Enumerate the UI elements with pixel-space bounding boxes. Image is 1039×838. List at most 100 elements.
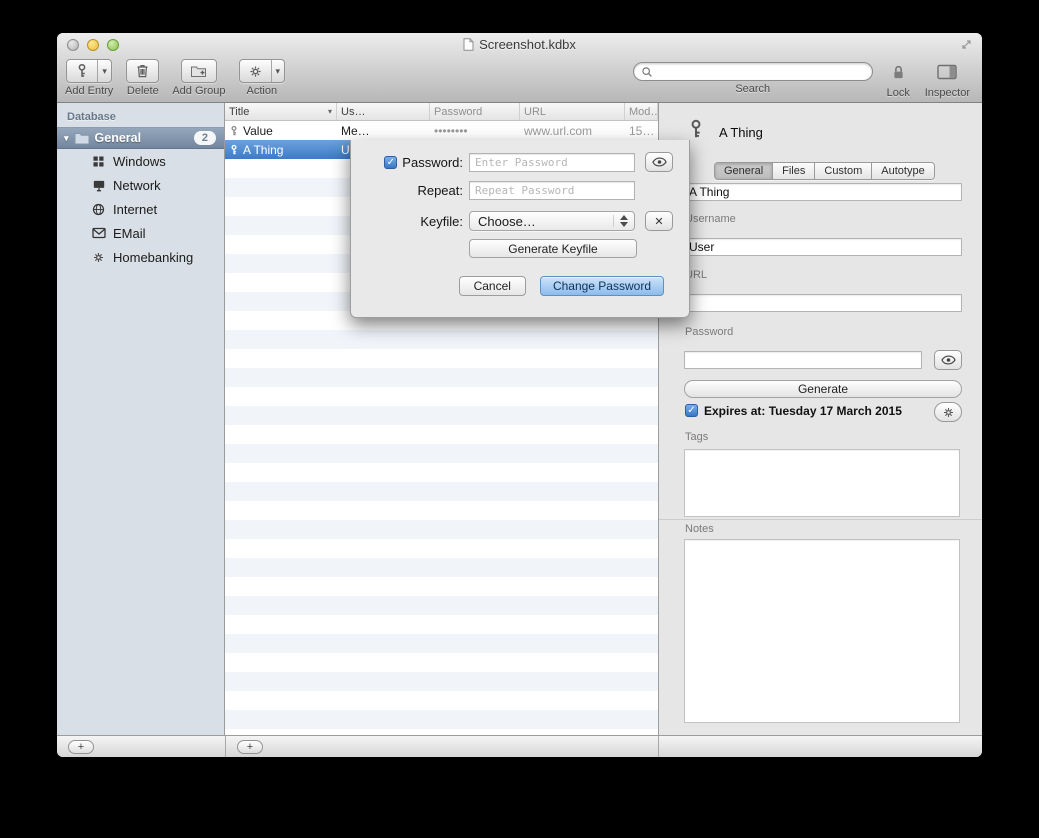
password-field[interactable]: [684, 351, 922, 369]
titlebar[interactable]: Screenshot.kdbx: [57, 33, 982, 56]
chevron-down-icon[interactable]: ▾: [271, 60, 285, 82]
cancel-button[interactable]: Cancel: [459, 276, 526, 296]
url-field[interactable]: [684, 294, 962, 312]
tab-custom[interactable]: Custom: [815, 163, 872, 179]
toolbar: ▾ Add Entry Delete Add Group: [57, 56, 982, 99]
set-password-checkbox[interactable]: [384, 156, 397, 169]
trash-icon: [127, 60, 158, 82]
change-password-sheet: Password: Repeat: Keyfile: Choose… ✕ Gen…: [350, 140, 690, 318]
keyfile-popup[interactable]: Choose…: [469, 211, 635, 231]
change-password-button[interactable]: Change Password: [540, 276, 664, 296]
zoom-button[interactable]: [107, 39, 119, 51]
gear-icon: [942, 406, 955, 419]
internet-icon: [91, 203, 106, 216]
lock-icon: [885, 59, 912, 85]
inspector-panel: A Thing General Files Custom Autotype Us…: [658, 103, 982, 735]
sidebar: Database ▾ General 2 Windows Network: [57, 103, 225, 735]
tags-label: Tags: [685, 431, 708, 443]
sidebar-item-windows[interactable]: Windows: [57, 149, 224, 173]
sidebar-header: Database: [57, 103, 224, 127]
window-title: Screenshot.kdbx: [463, 37, 576, 52]
folder-icon: [74, 132, 90, 145]
key-icon: [687, 118, 705, 140]
expires-checkbox[interactable]: [685, 404, 698, 417]
inspector-tabs: General Files Custom Autotype: [714, 162, 935, 180]
column-header-password[interactable]: Password: [430, 103, 520, 120]
inspector-divider: [659, 519, 982, 520]
column-header-modified[interactable]: Mod…: [625, 103, 658, 120]
show-password-button[interactable]: [934, 350, 962, 370]
column-header-username[interactable]: Us…: [337, 103, 430, 120]
generate-keyfile-button[interactable]: Generate Keyfile: [469, 239, 637, 258]
folder-plus-icon: [182, 60, 216, 82]
sheet-repeat-label: Repeat:: [417, 183, 463, 198]
tab-general[interactable]: General: [715, 163, 773, 179]
close-button[interactable]: [67, 39, 79, 51]
key-icon: [67, 60, 97, 82]
popup-stepper-icon: [613, 215, 628, 227]
generate-password-button[interactable]: Generate: [684, 380, 962, 398]
username-field[interactable]: [684, 238, 962, 256]
sheet-password-label: Password:: [402, 155, 463, 170]
group-badge: 2: [194, 131, 216, 145]
footer-divider: [658, 736, 659, 757]
eye-icon: [941, 355, 956, 365]
sheet-password-input[interactable]: [469, 153, 635, 172]
minimize-button[interactable]: [87, 39, 99, 51]
email-icon: [91, 227, 106, 239]
column-header-title[interactable]: Title ▾: [225, 103, 337, 120]
sort-indicator-icon: ▾: [325, 107, 332, 116]
network-icon: [91, 179, 106, 192]
tags-field[interactable]: [684, 449, 960, 517]
bottom-bar: + +: [57, 735, 982, 757]
username-label: Username: [685, 213, 736, 225]
document-icon[interactable]: [463, 38, 474, 51]
traffic-lights: [67, 39, 119, 51]
expiry-gear-button[interactable]: [934, 402, 962, 422]
search-area: Search: [633, 62, 873, 95]
add-entry-button[interactable]: ▾ Add Entry: [65, 59, 113, 97]
fullscreen-icon[interactable]: [961, 39, 972, 50]
search-input[interactable]: [657, 65, 865, 79]
password-label: Password: [685, 326, 733, 338]
footer-divider: [225, 736, 226, 757]
inspector-panel-icon: [931, 59, 963, 85]
entry-row-value[interactable]: Value Me… •••••••• www.url.com 15…: [225, 121, 658, 140]
disclosure-triangle-icon[interactable]: ▾: [64, 133, 69, 144]
sidebar-item-homebanking[interactable]: Homebanking: [57, 245, 224, 269]
sidebar-item-network[interactable]: Network: [57, 173, 224, 197]
key-icon: [229, 125, 239, 137]
notes-label: Notes: [685, 523, 714, 535]
inspector-toggle-button[interactable]: Inspector: [925, 59, 970, 99]
clear-keyfile-button[interactable]: ✕: [645, 211, 673, 231]
sidebar-item-email[interactable]: EMail: [57, 221, 224, 245]
lock-button[interactable]: Lock: [885, 59, 912, 99]
sidebar-group-general[interactable]: ▾ General 2: [57, 127, 224, 149]
windows-icon: [91, 155, 106, 168]
app-window: Screenshot.kdbx ▾ Add Entry Del: [57, 33, 982, 757]
tab-files[interactable]: Files: [773, 163, 815, 179]
close-icon: ✕: [654, 215, 663, 228]
sheet-show-password-button[interactable]: [645, 152, 673, 172]
tab-autotype[interactable]: Autotype: [872, 163, 933, 179]
search-field[interactable]: [633, 62, 873, 81]
chevron-down-icon[interactable]: ▾: [97, 60, 111, 82]
window-chrome: Screenshot.kdbx ▾ Add Entry Del: [57, 33, 982, 103]
delete-button[interactable]: Delete: [126, 59, 159, 97]
title-field[interactable]: [684, 183, 962, 201]
notes-field[interactable]: [684, 539, 960, 723]
sheet-keyfile-label: Keyfile:: [420, 214, 463, 229]
action-button[interactable]: ▾ Action: [239, 59, 286, 97]
add-group-footer-button[interactable]: +: [68, 740, 94, 754]
sidebar-item-internet[interactable]: Internet: [57, 197, 224, 221]
key-icon: [229, 144, 239, 156]
add-group-button[interactable]: Add Group: [172, 59, 225, 97]
sheet-repeat-input[interactable]: [469, 181, 635, 200]
eye-icon: [652, 157, 667, 167]
homebanking-icon: [91, 251, 106, 264]
add-entry-footer-button[interactable]: +: [237, 740, 263, 754]
column-header-url[interactable]: URL: [520, 103, 625, 120]
expires-label: Expires at: Tuesday 17 March 2015: [704, 404, 902, 418]
entry-list-header: Title ▾ Us… Password URL Mod…: [225, 103, 658, 121]
search-icon: [641, 66, 653, 78]
